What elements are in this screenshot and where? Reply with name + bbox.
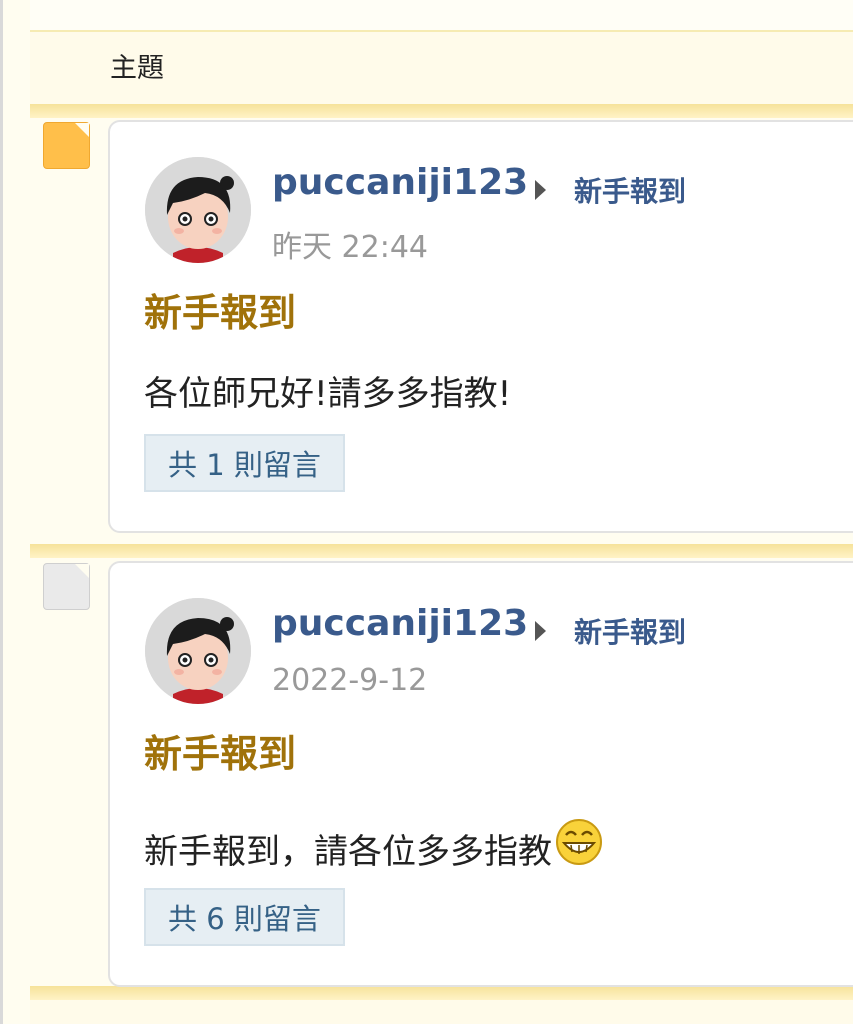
avatar-face-icon — [145, 157, 251, 263]
reply-count-button[interactable]: 共 6 則留言 — [144, 888, 345, 946]
row-separator — [30, 544, 853, 558]
post-title[interactable]: 新手報到 — [144, 723, 296, 778]
post-card[interactable]: puccaniji123 新手報到 昨天 22:44 新手報到 各位師兄好!請多… — [108, 120, 853, 533]
caret-right-icon — [535, 180, 546, 200]
forum-link[interactable]: 新手報到 — [574, 611, 686, 651]
list-bottom — [30, 1000, 853, 1024]
avatar[interactable] — [145, 598, 251, 704]
row-separator — [30, 986, 853, 1000]
post-body: 新手報到，請各位多多指教 — [144, 817, 604, 876]
avatar-face-icon — [145, 598, 251, 704]
post-title[interactable]: 新手報到 — [144, 282, 296, 337]
post-body-text: 各位師兄好!請多多指教! — [144, 374, 512, 414]
column-title: 主題 — [110, 53, 164, 84]
reply-count-button[interactable]: 共 1 則留言 — [144, 434, 345, 492]
post-time: 2022-9-12 — [272, 663, 428, 698]
author-name[interactable]: puccaniji123 — [272, 603, 528, 644]
author-name[interactable]: puccaniji123 — [272, 162, 528, 203]
left-border — [0, 0, 3, 1024]
grin-emoji-icon — [554, 817, 604, 876]
post-body-text: 新手報到，請各位多多指教 — [144, 832, 552, 872]
post-card[interactable]: puccaniji123 新手報到 2022-9-12 新手報到 新手報到，請各… — [108, 561, 853, 987]
topic-read-icon — [43, 563, 90, 610]
post-body: 各位師兄好!請多多指教! — [144, 366, 511, 415]
caret-right-icon — [535, 621, 546, 641]
post-time: 昨天 22:44 — [272, 230, 428, 265]
row-separator — [30, 104, 853, 118]
top-band — [30, 0, 853, 32]
avatar[interactable] — [145, 157, 251, 263]
forum-link[interactable]: 新手報到 — [574, 170, 686, 210]
topic-new-icon — [43, 122, 90, 169]
